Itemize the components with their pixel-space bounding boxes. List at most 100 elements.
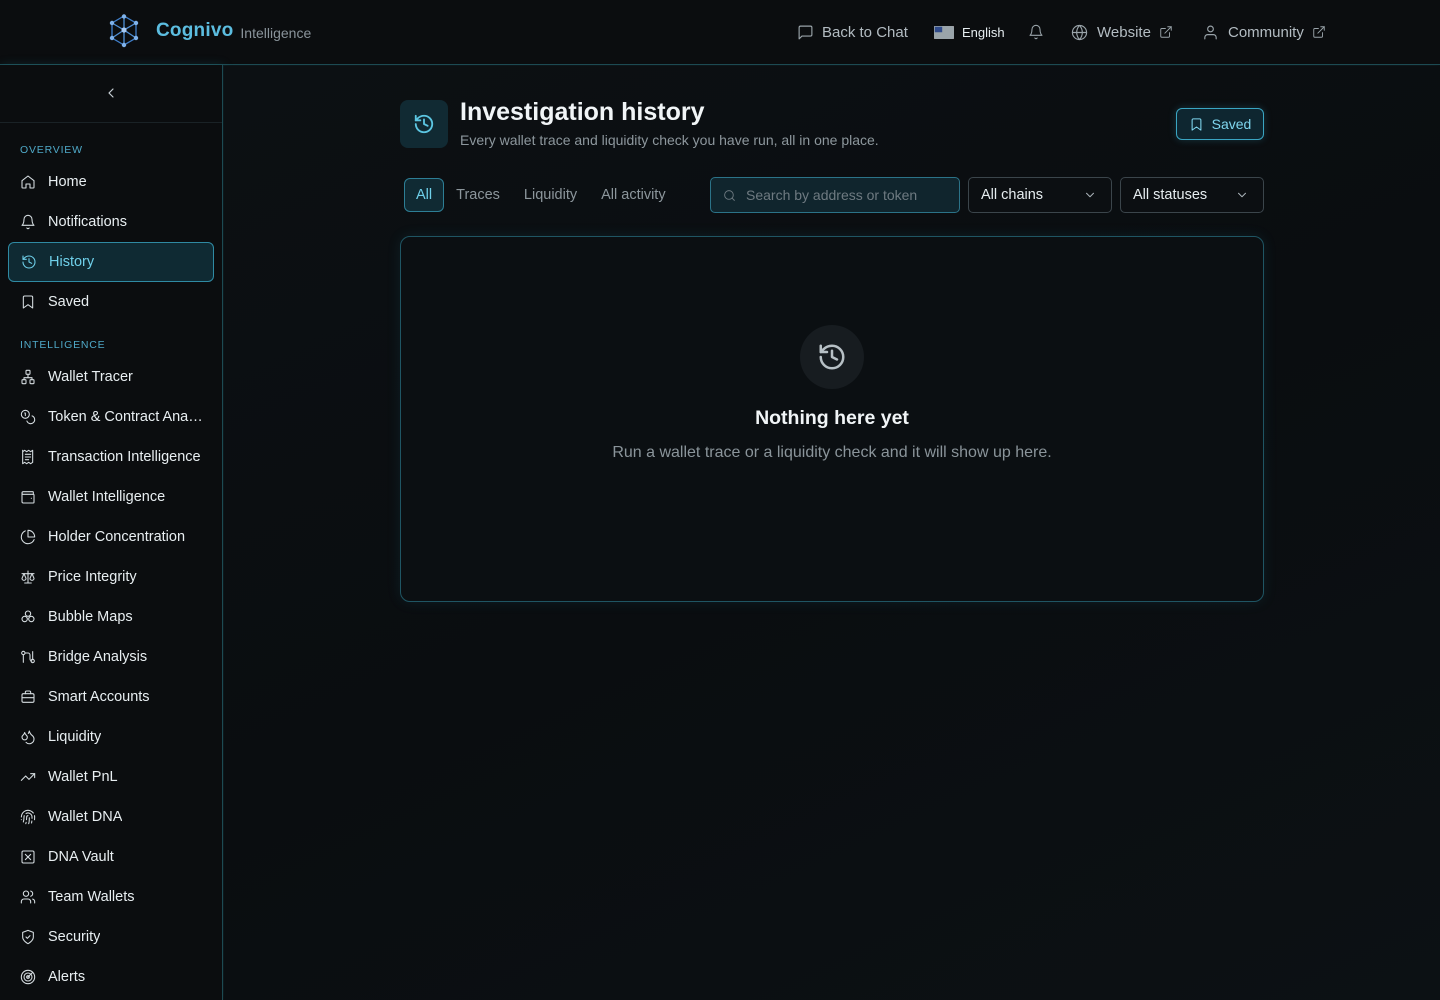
community-link[interactable]: Community: [1202, 0, 1326, 64]
sidebar-item-price-integrity[interactable]: Price Integrity: [8, 557, 214, 597]
bookmark-icon: [22, 295, 34, 309]
sidebar-item-dna-vault[interactable]: DNA Vault: [8, 837, 214, 877]
page-header-icon: [400, 100, 448, 148]
sidebar-item-alerts[interactable]: Alerts: [8, 957, 214, 997]
sidebar-item-wallet-intelligence[interactable]: Wallet Intelligence: [8, 477, 214, 517]
brand-subtitle: Intelligence: [240, 24, 312, 41]
coins-icon: [20, 409, 36, 425]
website-label: Website: [1097, 23, 1151, 41]
sidebar-item-label: Wallet Tracer: [48, 369, 133, 385]
sidebar-item-bubble-maps[interactable]: Bubble Maps: [8, 597, 214, 637]
saved-button-label: Saved: [1211, 116, 1252, 132]
us-flag-icon: [934, 25, 954, 39]
notifications-button[interactable]: [1028, 0, 1044, 64]
sidebar-item-label: Bridge Analysis: [48, 649, 148, 665]
back-to-chat-link[interactable]: Back to Chat: [797, 0, 908, 64]
sidebar-item-label: Wallet DNA: [48, 809, 123, 825]
community-label: Community: [1228, 23, 1304, 41]
sidebar-item-label: Wallet PnL: [48, 769, 118, 785]
sidebar: OVERVIEW Home Notifications History Save…: [0, 65, 223, 1000]
history-icon: [414, 114, 434, 134]
droplets-icon: [21, 730, 35, 745]
tab-liquidity[interactable]: Liquidity: [512, 178, 589, 212]
external-link-icon: [1313, 26, 1325, 38]
bell-icon: [1029, 24, 1043, 40]
sidebar-item-team-wallets[interactable]: Team Wallets: [8, 877, 214, 917]
collapse-sidebar-button[interactable]: [103, 85, 119, 101]
briefcase-icon: [21, 690, 35, 703]
chain-select[interactable]: All chains: [968, 177, 1112, 213]
sidebar-item-label: Alerts: [48, 969, 86, 985]
sidebar-collapse-row: [0, 65, 222, 123]
bubbles-icon: [21, 610, 35, 623]
sidebar-item-label: Wallet Intelligence: [48, 489, 166, 505]
receipt-icon: [22, 449, 34, 465]
sidebar-item-label: DNA Vault: [48, 849, 114, 865]
language-selector[interactable]: English: [934, 0, 1005, 64]
sidebar-item-label: Saved: [48, 294, 90, 310]
chevron-down-icon: [1238, 192, 1246, 198]
sidebar-item-holder-concentration[interactable]: Holder Concentration: [8, 517, 214, 557]
website-link[interactable]: Website: [1071, 0, 1173, 64]
tab-traces[interactable]: Traces: [444, 178, 512, 212]
sidebar-item-label: Security: [48, 929, 101, 945]
sidebar-item-label: Team Wallets: [48, 889, 135, 905]
sidebar-item-label: Holder Concentration: [48, 529, 186, 545]
bookmark-icon: [1191, 117, 1202, 131]
chat-icon: [798, 25, 813, 39]
sidebar-item-label: Home: [48, 174, 87, 190]
sidebar-item-history[interactable]: History: [8, 242, 214, 282]
sidebar-item-bridge-analysis[interactable]: Bridge Analysis: [8, 637, 214, 677]
status-select[interactable]: All statuses: [1120, 177, 1264, 213]
history-icon: [819, 344, 845, 370]
top-bar: Cognivo Intelligence Back to Chat Englis…: [0, 0, 1440, 65]
page-subtitle: Every wallet trace and liquidity check y…: [460, 132, 879, 148]
section-label-overview: OVERVIEW: [20, 144, 83, 156]
sidebar-item-token-contract-analysis[interactable]: Token & Contract Analysis: [8, 397, 214, 437]
sidebar-item-wallet-tracer[interactable]: Wallet Tracer: [8, 357, 214, 397]
search-input[interactable]: Search by address or token: [710, 177, 960, 213]
brand-name: Cognivo: [156, 20, 234, 41]
search-placeholder: Search by address or token: [746, 187, 918, 203]
tab-all[interactable]: All: [404, 178, 445, 212]
trending-up-icon: [20, 773, 36, 781]
chevron-left-icon: [108, 88, 114, 98]
sidebar-item-label: Transaction Intelligence: [48, 449, 201, 465]
saved-button[interactable]: Saved: [1176, 108, 1264, 140]
network-icon: [21, 369, 35, 385]
back-to-chat-label: Back to Chat: [822, 23, 908, 41]
radar-icon: [20, 969, 36, 985]
sidebar-item-saved[interactable]: Saved: [8, 282, 214, 322]
section-label-intelligence: INTELLIGENCE: [20, 339, 106, 351]
cognivo-logo-icon: [109, 14, 139, 48]
history-icon: [22, 255, 36, 269]
sidebar-item-transaction-intelligence[interactable]: Transaction Intelligence: [8, 437, 214, 477]
sidebar-item-security[interactable]: Security: [8, 917, 214, 957]
bridge-icon: [21, 650, 35, 664]
sidebar-item-home[interactable]: Home: [8, 162, 214, 202]
sidebar-item-label: Notifications: [48, 214, 127, 230]
chain-select-value: All chains: [981, 187, 1044, 203]
sidebar-item-label: Smart Accounts: [48, 689, 150, 705]
pie-chart-icon: [20, 529, 36, 545]
external-link-icon: [1160, 26, 1172, 38]
sidebar-item-wallet-dna[interactable]: Wallet DNA: [8, 797, 214, 837]
chevron-down-icon: [1086, 192, 1094, 198]
shield-icon: [22, 929, 34, 945]
search-icon: [724, 189, 735, 201]
wallet-icon: [21, 491, 35, 504]
sidebar-item-notifications[interactable]: Notifications: [8, 202, 214, 242]
status-select-value: All statuses: [1133, 187, 1208, 203]
sidebar-item-wallet-pnl[interactable]: Wallet PnL: [8, 757, 214, 797]
sidebar-item-label: Liquidity: [48, 729, 102, 745]
page-title: Investigation history: [460, 98, 705, 126]
empty-state-text: Run a wallet trace or a liquidity check …: [612, 444, 1052, 461]
sidebar-item-label: Bubble Maps: [48, 609, 133, 625]
sidebar-item-smart-accounts[interactable]: Smart Accounts: [8, 677, 214, 717]
user-icon: [1204, 25, 1217, 39]
empty-state-title: Nothing here yet: [755, 407, 909, 429]
sidebar-item-liquidity[interactable]: Liquidity: [8, 717, 214, 757]
tab-all-activity[interactable]: All activity: [589, 178, 677, 212]
brand[interactable]: Cognivo Intelligence: [108, 14, 311, 48]
globe-icon: [1071, 24, 1088, 40]
